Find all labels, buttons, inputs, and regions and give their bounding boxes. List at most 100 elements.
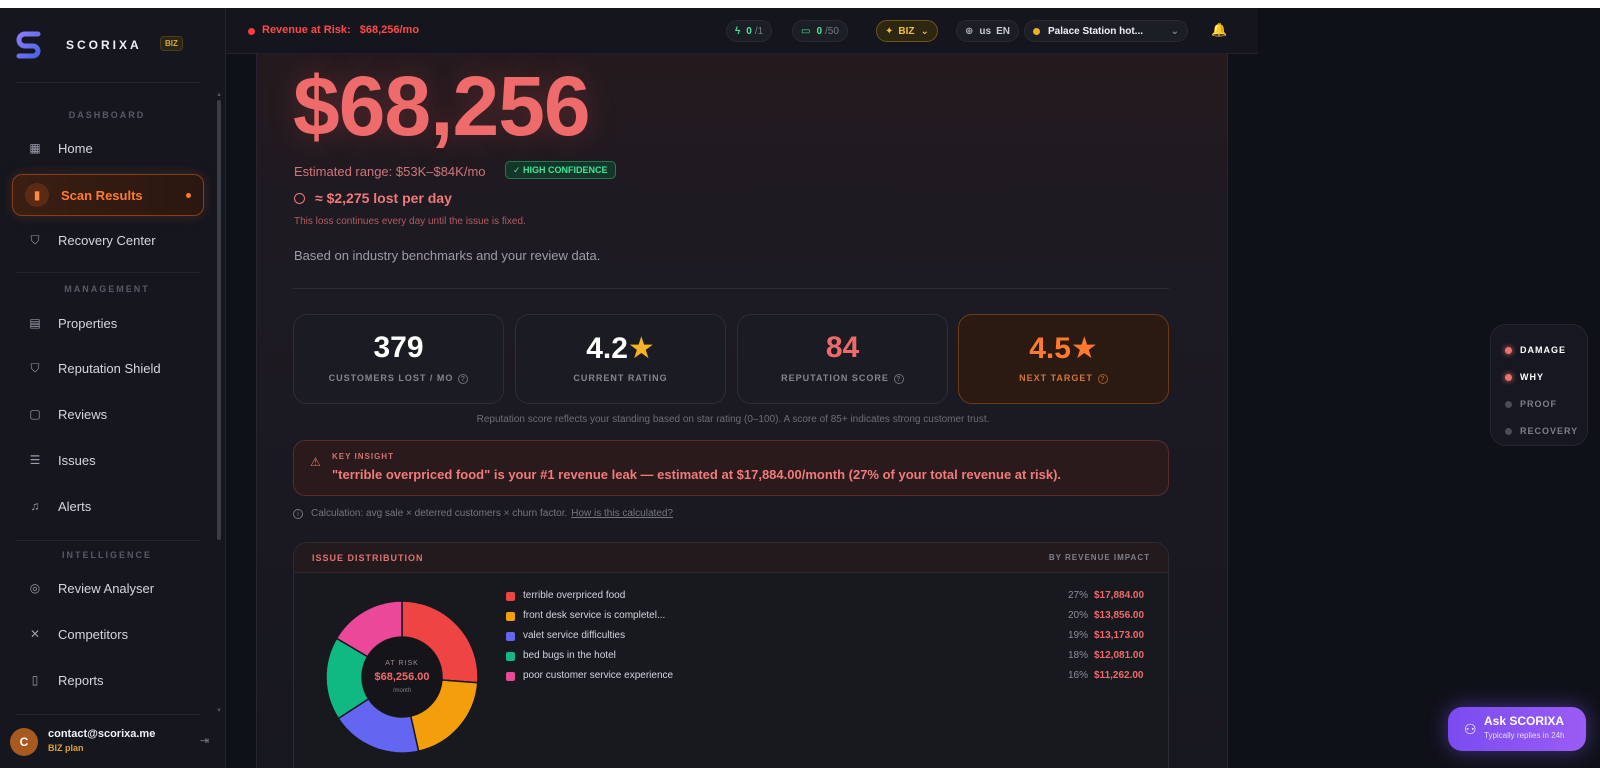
step-label: RECOVERY [1520,426,1579,436]
step-label: PROOF [1520,399,1558,409]
messages-counter[interactable]: ▭ 0 /50 [792,20,848,42]
step-dot [1505,400,1512,408]
sidebar-item-competitors[interactable]: ✕ Competitors [12,614,204,654]
grid-icon: ▦ [29,141,41,155]
chat-icon: ▭ [801,25,811,37]
sidebar-item-reports[interactable]: ▯ Reports [12,660,204,700]
step-dot [1505,346,1512,354]
loss-per-day: ≈ $2,275 lost per day [294,190,452,206]
legend-percent: 16% [1067,670,1088,681]
scans-total: /1 [754,25,764,37]
language-country: us [979,25,992,37]
legend-swatch [506,632,515,641]
step-recovery[interactable]: RECOVERY [1505,424,1578,438]
sidebar-item-reviews[interactable]: ▢ Reviews [12,394,204,434]
stat-value: 4.2★ [516,331,725,366]
legend-label: valet service difficulties [523,630,626,641]
scroll-down-arrow[interactable]: ▼ [216,708,222,714]
scans-counter[interactable]: ϟ 0 /1 [726,20,773,42]
how-calculated-link[interactable]: How is this calculated? [571,508,673,519]
sidebar-item-reputation-shield[interactable]: ⛉ Reputation Shield [12,348,204,388]
sidebar-item-label: Competitors [58,626,129,642]
revenue-at-risk: Revenue at Risk: $68,256/mo [262,24,419,36]
sidebar-item-issues[interactable]: ☰ Issues [12,440,204,480]
legend-percent: 20% [1067,610,1088,621]
stat-next-target: 4.5★ NEXT TARGET? [958,314,1169,404]
stat-label: NEXT TARGET? [959,373,1168,384]
ask-title: Ask SCORIXA [1484,714,1565,728]
sidebar-item-home[interactable]: ▦ Home [12,128,204,168]
step-damage[interactable]: DAMAGE [1505,343,1566,357]
language-selector[interactable]: ⊕ us EN [956,20,1019,42]
step-proof[interactable]: PROOF [1505,397,1557,411]
stat-value: 379 [373,331,424,364]
section-dashboard: DASHBOARD [68,110,146,120]
step-dot [1505,373,1512,381]
sidebar-item-properties[interactable]: ▤ Properties [12,303,204,343]
shield-check-icon: ⛉ [30,232,40,247]
legend-row: bed bugs in the hotel 18% $12,081.00 [506,647,1156,667]
star-icon: ★ [1070,332,1098,365]
user-email: contact@scorixa.me [48,728,156,740]
step-why[interactable]: WHY [1505,370,1544,384]
legend-swatch [506,652,515,661]
sidebar-item-label: Recovery Center [58,232,156,248]
help-icon[interactable]: ? [458,373,469,384]
sidebar-item-review-analyser[interactable]: ◎ Review Analyser [12,568,204,608]
center-label: AT RISK [385,660,419,667]
logout-icon[interactable]: ⇥ [200,734,209,747]
confidence-badge: ✓ HIGH CONFIDENCE [505,161,616,179]
stat-label: REPUTATION SCORE? [738,373,947,384]
ask-subtitle: Typically replies in 24h [1484,731,1565,740]
calc-text: Calculation: avg sale × deterred custome… [311,508,568,519]
legend-label: poor customer service experience [523,670,674,681]
legend-amount: $13,856.00 [1094,610,1145,621]
sidebar-item-alerts[interactable]: ♫ Alerts [12,486,204,526]
sidebar-item-label: Properties [58,315,118,331]
star-icon: ★ [627,332,655,365]
stat-label-text: REPUTATION SCORE [781,373,889,383]
card-header: ISSUE DISTRIBUTION BY REVENUE IMPACT [294,543,1168,573]
sidebar-item-scan-results[interactable]: ▮ Scan Results [12,174,204,216]
plan-badge: BIZ [160,36,183,51]
divider [293,288,1169,289]
brand-name: SCORIXA [66,38,142,52]
help-icon[interactable]: ? [1097,373,1108,384]
user-profile[interactable]: C contact@scorixa.me BIZ plan ⇥ [10,726,216,762]
risk-label: Revenue at Risk: [262,24,351,36]
legend-percent: 19% [1067,630,1088,641]
scans-used: 0 [746,25,752,37]
divider [16,540,200,541]
shield-icon: ⛉ [30,360,40,375]
sidebar-item-label: Scan Results [61,187,143,203]
list-check-icon: ☰ [29,453,41,467]
sidebar-item-recovery-center[interactable]: ⛉ Recovery Center [12,220,204,260]
legend-amount: $11,262.00 [1094,670,1144,681]
hotel-selector[interactable]: Palace Station hot... ⌄ [1024,20,1188,42]
step-navigator: DAMAGE WHY PROOF RECOVERY [1490,324,1588,446]
help-icon[interactable]: ? [893,373,904,384]
chart-legend: terrible overpriced food 27% $17,884.00 fro… [506,587,1156,687]
stat-label-text: NEXT TARGET [1019,373,1093,383]
scroll-up-arrow[interactable]: ▲ [216,92,222,98]
notification-bell-icon[interactable]: 🔔 [1211,22,1227,38]
legend-swatch [506,672,515,681]
file-icon: ▯ [31,673,39,687]
sidebar-scrollbar[interactable] [217,100,221,540]
bolt-icon: ϟ [735,25,741,37]
clock-icon [294,192,305,204]
legend-percent: 18% [1067,650,1088,661]
messages-total: /50 [825,25,839,37]
legend-amount: $13,173.00 [1094,630,1145,641]
stat-value: 4.5★ [959,331,1168,366]
stat-label: CURRENT RATING [573,373,668,383]
legend-swatch [506,612,515,621]
plan-dropdown[interactable]: ✦ BIZ ⌄ [876,20,938,42]
center-value: $68,256.00 [374,671,429,683]
ask-scorixa-button[interactable]: ⚇ Ask SCORIXA Typically replies in 24h [1448,707,1586,751]
sidebar: SCORIXA BIZ DASHBOARD ▦ Home ▮ Scan Resu… [0,8,226,768]
donut-chart: AT RISK $68,256.00 /month [322,597,482,757]
brand[interactable]: SCORIXA BIZ [16,30,183,60]
legend-amount: $12,081.00 [1094,650,1145,661]
chart-subtitle: BY REVENUE IMPACT [1048,553,1150,562]
